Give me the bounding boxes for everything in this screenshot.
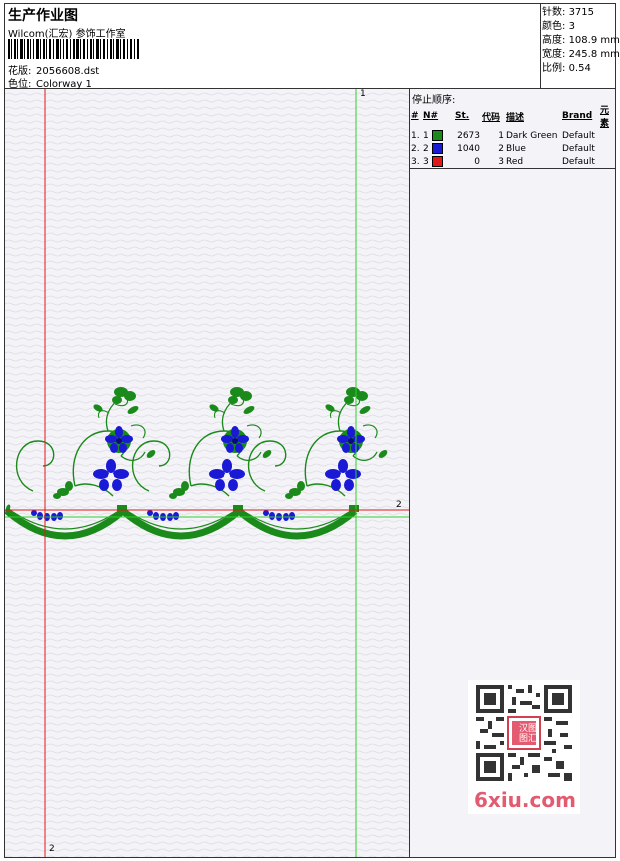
table-row[interactable]: 1. 1 2673 1 Dark Green Default [410, 129, 615, 142]
stat-width-label: 宽度: [542, 49, 566, 60]
stat-scale-label: 比例: [542, 63, 566, 74]
stat-height-value: 108.9 mm [568, 35, 620, 46]
stat-width-value: 245.8 mm [568, 49, 620, 60]
barcode-icon [8, 39, 139, 59]
company-name: Wilcom(汇宏) 参饰工作室 [8, 29, 126, 40]
table-row[interactable]: 2. 2 1040 2 Blue Default [410, 142, 615, 155]
row-number-value: 2 [423, 144, 429, 154]
green-guide-label: 1 [360, 89, 366, 99]
red-guide-right-label: 2 [396, 500, 402, 510]
col-description: 描述 [506, 112, 525, 123]
row-stitches: 2673 [457, 130, 480, 141]
color-swatch-icon [431, 143, 443, 154]
watermark-text: 6xiu.com [474, 788, 576, 812]
row-code: 3 [498, 156, 504, 167]
stop-sequence-table: # N# St. 代码 描述 Brand 元素 1. 1 2673 1 Dark… [410, 103, 615, 169]
col-number: N# [423, 111, 439, 121]
row-brand: Default [562, 156, 595, 167]
row-brand: Default [562, 143, 595, 154]
header-panel: 生产作业图 Wilcom(汇宏) 参饰工作室 花版: 2056608.dst 色… [5, 4, 541, 90]
row-code: 1 [498, 130, 504, 141]
red-guide-bottom-label: 2 [49, 844, 55, 854]
sheet-title: 生产作业图 [8, 8, 78, 24]
col-element: 元素 [600, 106, 610, 129]
row-stitches: 1040 [457, 143, 480, 154]
row-index: 2. [411, 143, 420, 154]
table-row[interactable]: 3. 3 0 3 Red Default [410, 155, 615, 169]
col-code: 代码 [482, 112, 501, 123]
row-brand: Default [562, 130, 595, 141]
stat-colors-value: 3 [568, 21, 575, 32]
row-index: 3. [411, 156, 420, 167]
col-index: # [411, 111, 419, 121]
row-element [599, 142, 615, 155]
row-number-value: 1 [423, 131, 429, 141]
row-number: 2 [422, 142, 454, 155]
stat-stitches: 针数: 3715 [542, 6, 615, 20]
seal-text: 汉图 图汇 [518, 724, 537, 744]
stop-table-header: # N# St. 代码 描述 Brand 元素 [410, 103, 615, 129]
row-description: Dark Green [506, 130, 558, 141]
embroidery-design [5, 89, 409, 857]
design-canvas[interactable]: 1 2 2 [5, 89, 410, 857]
stat-stitches-value: 3715 [568, 7, 595, 18]
stat-stitches-label: 针数: [542, 7, 566, 18]
stats-panel: 针数: 3715 颜色: 3 高度: 108.9 mm 宽度: 245.8 mm… [541, 4, 620, 89]
colorway-label: 色位: [8, 79, 32, 90]
color-swatch-icon [431, 156, 443, 167]
col-stitches: St. [455, 111, 470, 121]
row-element [599, 129, 615, 142]
row-number: 1 [422, 129, 454, 142]
stat-scale-value: 0.54 [568, 63, 591, 74]
row-element [599, 155, 615, 169]
stat-width: 宽度: 245.8 mm [542, 48, 620, 62]
row-index: 1. [411, 130, 420, 141]
stat-height-label: 高度: [542, 35, 566, 46]
stat-scale: 比例: 0.54 [542, 62, 615, 76]
row-description: Red [506, 156, 524, 167]
stat-colors-label: 颜色: [542, 21, 566, 32]
stat-height: 高度: 108.9 mm [542, 34, 620, 48]
row-code: 2 [498, 143, 504, 154]
color-swatch-icon [431, 130, 443, 141]
colorway-row: 色位: Colorway 1 [8, 75, 92, 90]
row-number-value: 3 [423, 157, 429, 167]
row-number: 3 [422, 155, 454, 169]
row-stitches: 0 [474, 156, 480, 167]
col-brand: Brand [562, 111, 593, 121]
row-description: Blue [506, 143, 526, 154]
stop-sequence-title: 停止顺序: [412, 95, 456, 106]
stat-colors: 颜色: 3 [542, 20, 615, 34]
